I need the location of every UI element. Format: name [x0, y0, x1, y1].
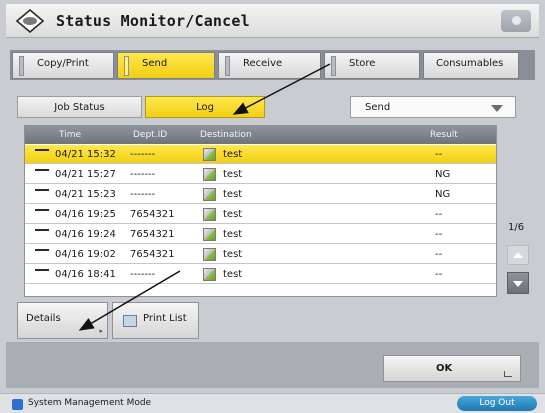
- row-destination: test: [223, 149, 243, 160]
- main-tabs: Copy/Print Send Receive Store Consumable…: [10, 50, 535, 80]
- row-result: --: [435, 229, 443, 240]
- status-bar: System Management Mode Log Out: [0, 393, 545, 413]
- table-row[interactable]: 04/21 15:27 ------- test NG: [25, 165, 496, 184]
- tab-store[interactable]: Store: [324, 52, 420, 79]
- row-destination: test: [223, 189, 243, 200]
- row-marker: [35, 189, 49, 191]
- table-row[interactable]: 04/21 15:32 ------- test --: [25, 145, 496, 164]
- row-result: NG: [435, 169, 451, 180]
- print-list-label: Print List: [143, 313, 187, 324]
- log-table: Time Dept.ID Destination Result 04/21 15…: [24, 125, 497, 297]
- job-type-select[interactable]: Send: [350, 96, 516, 118]
- destination-icon: [203, 248, 216, 261]
- page-title: Status Monitor/Cancel: [56, 12, 250, 30]
- table-row[interactable]: 04/16 19:02 7654321 test --: [25, 245, 496, 264]
- ok-label: OK: [436, 363, 453, 374]
- scroll-down-button[interactable]: [507, 272, 529, 294]
- row-dept: 7654321: [130, 209, 175, 220]
- row-time: 04/16 19:25: [55, 209, 116, 220]
- row-time: 04/16 18:41: [55, 269, 116, 280]
- destination-icon: [203, 208, 216, 221]
- details-button[interactable]: Details ▸: [17, 302, 108, 339]
- printer-icon: [123, 315, 137, 327]
- row-destination: test: [223, 269, 243, 280]
- job-status-tab[interactable]: Job Status: [17, 96, 142, 118]
- enter-icon: [504, 371, 512, 377]
- tab-copy-print[interactable]: Copy/Print: [12, 52, 114, 79]
- destination-icon: [203, 148, 216, 161]
- tab-indicator: [331, 56, 336, 76]
- row-destination: test: [223, 209, 243, 220]
- row-marker: [35, 249, 49, 251]
- status-monitor-icon: [16, 9, 44, 33]
- print-list-button[interactable]: Print List: [112, 302, 199, 339]
- row-destination: test: [223, 169, 243, 180]
- ok-button[interactable]: OK: [383, 355, 521, 382]
- table-row[interactable]: 04/16 18:41 ------- test --: [25, 265, 496, 284]
- row-marker: [35, 169, 49, 171]
- system-mode-text: System Management Mode: [28, 398, 152, 408]
- tab-label: Store: [349, 58, 376, 69]
- row-destination: test: [223, 229, 243, 240]
- table-row[interactable]: 04/21 15:23 ------- test NG: [25, 185, 496, 204]
- log-tab[interactable]: Log: [145, 96, 265, 118]
- row-result: --: [435, 149, 443, 160]
- tab-consumables[interactable]: Consumables: [423, 52, 519, 79]
- tab-indicator: [124, 56, 129, 76]
- chevron-down-icon: [491, 105, 503, 112]
- destination-icon: [203, 268, 216, 281]
- row-time: 04/21 15:23: [55, 189, 116, 200]
- row-result: --: [435, 269, 443, 280]
- destination-icon: [203, 188, 216, 201]
- destination-icon: [203, 168, 216, 181]
- settings-button[interactable]: [501, 10, 531, 32]
- scroll-up-button[interactable]: [507, 245, 529, 265]
- logout-label: Log Out: [479, 398, 515, 408]
- log-toolbar: Job Status Log Send: [17, 96, 516, 120]
- tab-label: Receive: [243, 58, 283, 69]
- tab-receive[interactable]: Receive: [218, 52, 321, 79]
- row-destination: test: [223, 249, 243, 260]
- logout-button[interactable]: Log Out: [457, 396, 537, 411]
- status-monitor-screen: Status Monitor/Cancel Copy/Print Send Re…: [0, 0, 545, 413]
- column-header-destination: Destination: [200, 130, 252, 140]
- row-marker: [35, 269, 49, 271]
- column-header-dept: Dept.ID: [133, 130, 168, 140]
- destination-icon: [203, 228, 216, 241]
- row-dept: 7654321: [130, 229, 175, 240]
- row-dept: 7654321: [130, 249, 175, 260]
- row-time: 04/21 15:27: [55, 169, 116, 180]
- table-row[interactable]: 04/16 19:24 7654321 test --: [25, 225, 496, 244]
- row-marker: [35, 209, 49, 211]
- row-marker: [35, 229, 49, 231]
- tab-label: Copy/Print: [37, 58, 89, 69]
- row-marker: [35, 149, 49, 151]
- row-time: 04/16 19:02: [55, 249, 116, 260]
- column-header-result: Result: [430, 130, 458, 140]
- title-bar: Status Monitor/Cancel: [6, 4, 539, 38]
- row-dept: -------: [130, 149, 156, 160]
- row-dept: -------: [130, 169, 156, 180]
- row-time: 04/16 19:24: [55, 229, 116, 240]
- table-header: Time Dept.ID Destination Result: [25, 126, 496, 144]
- page-indicator: 1/6: [508, 222, 525, 233]
- row-result: --: [435, 249, 443, 260]
- tab-indicator: [225, 56, 230, 76]
- table-row[interactable]: 04/16 19:25 7654321 test --: [25, 205, 496, 224]
- row-dept: -------: [130, 269, 156, 280]
- tab-label: Consumables: [436, 58, 504, 69]
- tab-send[interactable]: Send: [117, 52, 215, 79]
- column-header-time: Time: [59, 130, 82, 140]
- details-label: Details: [26, 313, 61, 324]
- submenu-icon: ▸: [99, 327, 103, 335]
- tab-label: Send: [142, 58, 168, 69]
- system-mode-icon: [12, 399, 23, 410]
- row-dept: -------: [130, 189, 156, 200]
- tab-indicator: [19, 56, 24, 76]
- job-type-value: Send: [365, 102, 391, 113]
- row-time: 04/21 15:32: [55, 149, 116, 160]
- row-result: --: [435, 209, 443, 220]
- row-result: NG: [435, 189, 451, 200]
